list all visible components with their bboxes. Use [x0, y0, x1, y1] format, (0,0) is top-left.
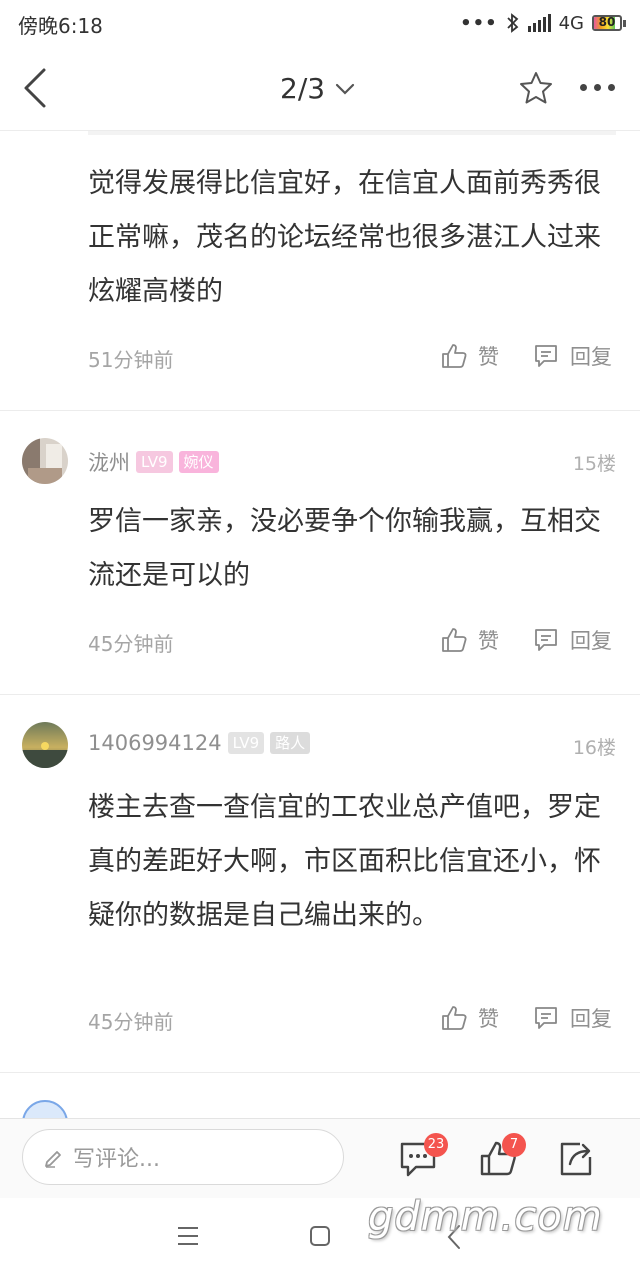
chevron-down-icon [335, 83, 355, 95]
battery-icon: 80 [592, 15, 626, 31]
like-button[interactable]: 赞 [440, 341, 499, 371]
avatar[interactable] [22, 722, 68, 768]
watermark: gdmm.com [368, 1194, 603, 1240]
like-count-badge: 7 [502, 1133, 526, 1157]
level-badge: LV9 [136, 451, 173, 473]
like-label: 赞 [478, 629, 499, 653]
comment-text: 罗信一家亲，没必要争个你输我赢，互相交流还是可以的 [88, 506, 601, 591]
bluetooth-icon [506, 13, 518, 33]
reply-button[interactable]: 回复 [532, 625, 612, 655]
favorite-star-icon[interactable] [518, 70, 554, 106]
page-selector[interactable]: 2/3 [280, 72, 355, 105]
like-button[interactable]: 赞 [440, 1003, 499, 1033]
reply-bubble-icon [535, 1007, 557, 1029]
more-options-icon[interactable] [580, 84, 615, 91]
menu-icon[interactable] [178, 1227, 198, 1245]
comment-item: 泷州 LV9 婉仪 15楼 罗信一家亲，没必要争个你输我赢，互相交流还是可以的 … [0, 411, 640, 695]
thumbs-up-icon [442, 344, 467, 368]
like-label: 赞 [478, 1007, 499, 1031]
reply-label: 回复 [570, 345, 612, 369]
comment-placeholder: 写评论... [73, 1147, 160, 1172]
notification-dots-icon: ••• [460, 12, 498, 34]
username-row: 1406994124 LV9 路人 [88, 731, 311, 755]
page-indicator-label: 2/3 [280, 72, 326, 105]
reply-bubble-icon [535, 345, 557, 367]
comment-input[interactable]: 写评论... [22, 1129, 344, 1185]
floor-number: 15楼 [572, 453, 616, 475]
level-badge: LV9 [227, 732, 265, 754]
username[interactable]: 泷州 [88, 447, 130, 477]
comment-time: 51分钟前 [88, 348, 174, 372]
bottom-comment-bar: 写评论... 23 7 [0, 1118, 640, 1199]
username-row: 泷州 LV9 婉仪 [88, 447, 219, 477]
comment-time: 45分钟前 [88, 1010, 174, 1034]
reply-label: 回复 [570, 629, 612, 653]
like-label: 赞 [478, 345, 499, 369]
signal-icon [527, 14, 551, 32]
reply-label: 回复 [570, 1007, 612, 1031]
share-icon[interactable] [556, 1139, 596, 1179]
title-badge: 婉仪 [178, 451, 219, 473]
home-icon[interactable] [310, 1226, 330, 1246]
title-badge: 路人 [270, 732, 311, 754]
avatar[interactable] [22, 438, 68, 484]
battery-level: 80 [598, 15, 616, 29]
comment-item: 1406994124 LV9 路人 16楼 楼主去查一查信宜的工农业总产值吧，罗… [0, 695, 640, 1073]
floor-number: 16楼 [572, 737, 616, 759]
status-bar: 傍晚6:18 ••• 4G 80 [0, 0, 640, 46]
comment-time: 45分钟前 [88, 632, 174, 656]
reply-bubble-icon [535, 629, 557, 651]
comment-count-badge: 23 [424, 1133, 448, 1157]
network-type: 4G [558, 12, 584, 34]
thumbs-up-icon [442, 1006, 467, 1030]
comment-text: 楼主去查一查信宜的工农业总产值吧，罗定 真的差距好大啊，市区面积比信宜还小，怀疑… [88, 792, 601, 931]
reply-button[interactable]: 回复 [532, 1003, 612, 1033]
username[interactable]: 1406994124 [88, 731, 222, 755]
top-nav-bar: 2/3 [0, 46, 640, 131]
thumbs-up-icon [442, 628, 467, 652]
pencil-icon [45, 1151, 61, 1168]
like-button[interactable]: 赞 [440, 625, 499, 655]
back-arrow-icon[interactable] [20, 66, 50, 110]
comment-text: 觉得发展得比信宜好，在信宜人面前秀秀很正常嘛，茂名的论坛经常也很多湛江人过来炫耀… [88, 168, 601, 307]
status-time: 傍晚6:18 [18, 14, 103, 38]
partial-comment-item [0, 1072, 640, 1146]
status-icons: ••• 4G 80 [460, 12, 626, 34]
reply-button[interactable]: 回复 [532, 341, 612, 371]
comment-item: 觉得发展得比信宜好，在信宜人面前秀秀很正常嘛，茂名的论坛经常也很多湛江人过来炫耀… [0, 131, 640, 411]
